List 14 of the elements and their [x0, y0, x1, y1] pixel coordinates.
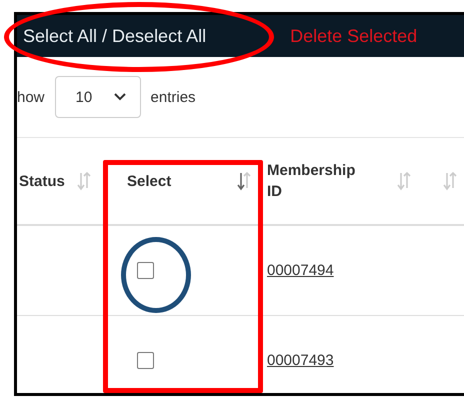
membership-id-link[interactable]: 00007494 [267, 262, 334, 279]
entries-label: entries [150, 88, 196, 106]
membership-id-link[interactable]: 00007493 [267, 352, 334, 369]
chevron-icon [114, 93, 126, 101]
column-header[interactable]: Select [127, 170, 172, 192]
column-header[interactable]: Status [19, 170, 65, 192]
row-checkbox[interactable] [137, 352, 154, 369]
select-all-button[interactable]: Select All / Deselect All [23, 26, 206, 46]
delete-selected-button[interactable]: Delete Selected [290, 26, 418, 46]
row-checkbox[interactable] [137, 262, 154, 279]
entries-select[interactable]: 10 [54, 76, 141, 118]
show-label: how [17, 88, 45, 106]
sort-icon[interactable] [237, 171, 251, 191]
column-header[interactable]: Membership ID [267, 160, 367, 202]
